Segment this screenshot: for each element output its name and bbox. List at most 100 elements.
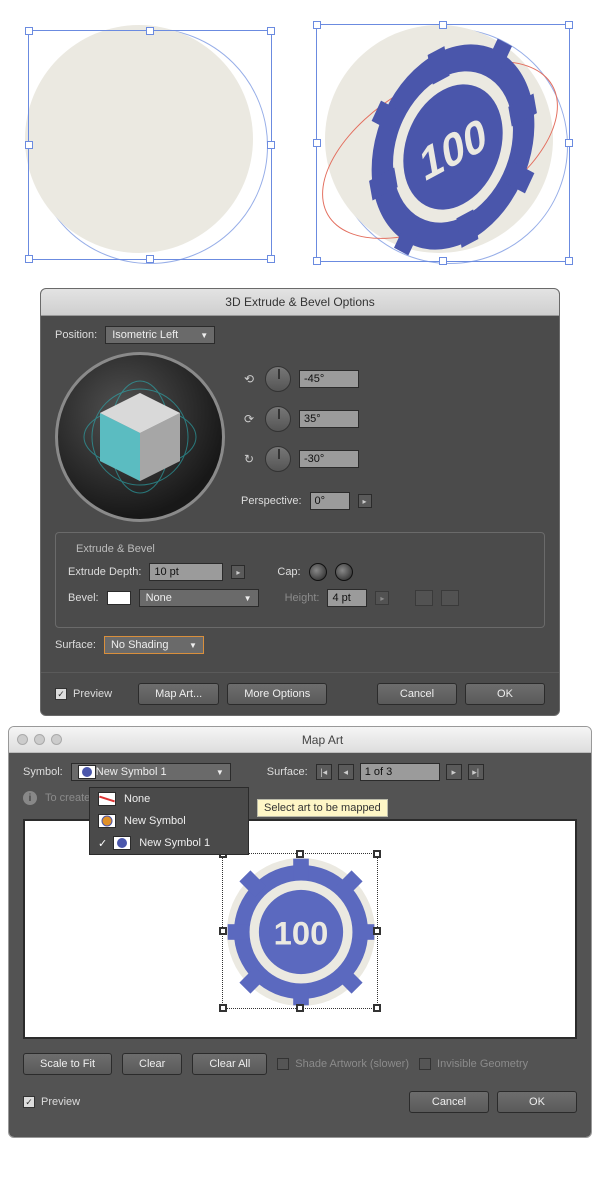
- rotate-y-icon: ⟳: [241, 411, 257, 427]
- symbol-icon: [113, 836, 131, 850]
- chevron-down-icon: ▼: [200, 331, 208, 340]
- cancel-button[interactable]: Cancel: [377, 683, 457, 705]
- rotate-x-input[interactable]: [299, 370, 359, 388]
- surface-select[interactable]: No Shading ▼: [104, 636, 204, 654]
- perspective-input[interactable]: [310, 492, 350, 510]
- shade-label: Shade Artwork (slower): [295, 1058, 409, 1070]
- option-label: New Symbol: [124, 815, 186, 827]
- rotate-x-icon: ⟲: [241, 371, 257, 387]
- shade-artwork-checkbox[interactable]: Shade Artwork (slower): [277, 1058, 409, 1070]
- cap-off-button[interactable]: [335, 563, 353, 581]
- scale-to-fit-button[interactable]: Scale to Fit: [23, 1053, 112, 1075]
- titlebar[interactable]: Map Art: [9, 727, 591, 753]
- symbol-label: Symbol:: [23, 766, 63, 778]
- extrude-bevel-group: Extrude & Bevel Extrude Depth: ▸ Cap: Be…: [55, 532, 545, 628]
- symbol-option-none[interactable]: None: [90, 788, 248, 810]
- cancel-button[interactable]: Cancel: [409, 1091, 489, 1113]
- checkbox-checked-icon: ✓: [55, 688, 67, 700]
- checkbox-unchecked-icon: [419, 1058, 431, 1070]
- next-surface-button[interactable]: ▸: [446, 764, 462, 780]
- cap-on-button[interactable]: [309, 563, 327, 581]
- dialog-title: 3D Extrude & Bevel Options: [41, 289, 559, 316]
- perspective-label: Perspective:: [241, 495, 302, 507]
- height-stepper: ▸: [375, 591, 389, 605]
- surface-label: Surface:: [55, 639, 96, 651]
- chip-number: 100: [274, 914, 329, 951]
- ok-button[interactable]: OK: [465, 683, 545, 705]
- perspective-stepper[interactable]: ▸: [358, 494, 372, 508]
- position-select[interactable]: Isometric Left ▼: [105, 326, 215, 344]
- bevel-label: Bevel:: [68, 592, 99, 604]
- invisible-geometry-checkbox[interactable]: Invisible Geometry: [419, 1058, 528, 1070]
- symbol-option-newsymbol1[interactable]: New Symbol 1: [90, 832, 248, 854]
- chevron-down-icon: ▼: [189, 641, 197, 650]
- invis-label: Invisible Geometry: [437, 1058, 528, 1070]
- rotate-y-dial[interactable]: [265, 406, 291, 432]
- bevel-height-input: [327, 589, 367, 607]
- symbol-select[interactable]: New Symbol 1 ▼: [71, 763, 231, 781]
- cap-label: Cap:: [277, 566, 300, 578]
- extrude-depth-input[interactable]: [149, 563, 223, 581]
- bevel-select[interactable]: None ▼: [139, 589, 259, 607]
- symbol-option-newsymbol[interactable]: New Symbol: [90, 810, 248, 832]
- info-icon: i: [23, 791, 37, 805]
- extrude-depth-label: Extrude Depth:: [68, 566, 141, 578]
- map-art-button[interactable]: Map Art...: [138, 683, 219, 705]
- option-label: New Symbol 1: [139, 837, 210, 849]
- cube-icon: [80, 377, 200, 497]
- position-label: Position:: [55, 329, 97, 341]
- selection-bbox[interactable]: [28, 30, 272, 260]
- symbol-thumb-icon: [78, 765, 96, 779]
- bevel-in-icon: [415, 590, 433, 606]
- checkbox-checked-icon: ✓: [23, 1096, 35, 1108]
- symbol-icon: [98, 814, 116, 828]
- tooltip: Select art to be mapped: [257, 799, 388, 817]
- clear-all-button[interactable]: Clear All: [192, 1053, 267, 1075]
- checkbox-unchecked-icon: [277, 1058, 289, 1070]
- rotate-z-dial[interactable]: [265, 446, 291, 472]
- preview-checkbox[interactable]: ✓ Preview: [55, 688, 112, 700]
- surface-value: No Shading: [111, 639, 169, 651]
- bevel-swatch: [107, 591, 131, 605]
- zoom-icon[interactable]: [51, 734, 62, 745]
- selection-bbox[interactable]: [316, 24, 570, 262]
- preview-checkbox[interactable]: ✓ Preview: [23, 1096, 80, 1108]
- rotate-z-icon: ↻: [241, 451, 257, 467]
- map-art-dialog: Map Art Symbol: New Symbol 1 ▼ Surface: …: [8, 726, 592, 1138]
- more-options-button[interactable]: More Options: [227, 683, 327, 705]
- artboard-row: 100: [0, 0, 600, 284]
- minimize-icon[interactable]: [34, 734, 45, 745]
- extrude-bevel-dialog: 3D Extrude & Bevel Options Position: Iso…: [40, 288, 560, 716]
- rotate-z-input[interactable]: [299, 450, 359, 468]
- symbol-dropdown-open[interactable]: None New Symbol New Symbol 1: [89, 787, 249, 855]
- option-label: None: [124, 793, 150, 805]
- group-title: Extrude & Bevel: [72, 543, 159, 555]
- rotate-y-input[interactable]: [299, 410, 359, 428]
- chevron-down-icon: ▼: [244, 594, 252, 603]
- prev-surface-button[interactable]: ◂: [338, 764, 354, 780]
- symbol-value: New Symbol 1: [96, 766, 167, 778]
- position-value: Isometric Left: [112, 329, 178, 341]
- rotate-x-dial[interactable]: [265, 366, 291, 392]
- chip-symbol-art[interactable]: 100: [223, 854, 379, 1010]
- depth-stepper[interactable]: ▸: [231, 565, 245, 579]
- surface-index-input[interactable]: [360, 763, 440, 781]
- close-icon[interactable]: [17, 734, 28, 745]
- artwork-after: 100: [310, 12, 590, 272]
- artwork-before: [10, 12, 290, 272]
- chevron-down-icon: ▼: [216, 768, 224, 777]
- dialog-title: Map Art: [62, 733, 583, 747]
- rotation-cube-widget[interactable]: [55, 352, 225, 522]
- first-surface-button[interactable]: |◂: [316, 764, 332, 780]
- clear-button[interactable]: Clear: [122, 1053, 182, 1075]
- bevel-out-icon: [441, 590, 459, 606]
- last-surface-button[interactable]: ▸|: [468, 764, 484, 780]
- preview-label: Preview: [41, 1096, 80, 1108]
- art-selection-bbox[interactable]: 100: [222, 853, 378, 1009]
- preview-label: Preview: [73, 688, 112, 700]
- none-icon: [98, 792, 116, 806]
- ok-button[interactable]: OK: [497, 1091, 577, 1113]
- bevel-height-label: Height:: [285, 592, 320, 604]
- hint-text: To create: [45, 792, 90, 804]
- surface-label: Surface:: [267, 766, 308, 778]
